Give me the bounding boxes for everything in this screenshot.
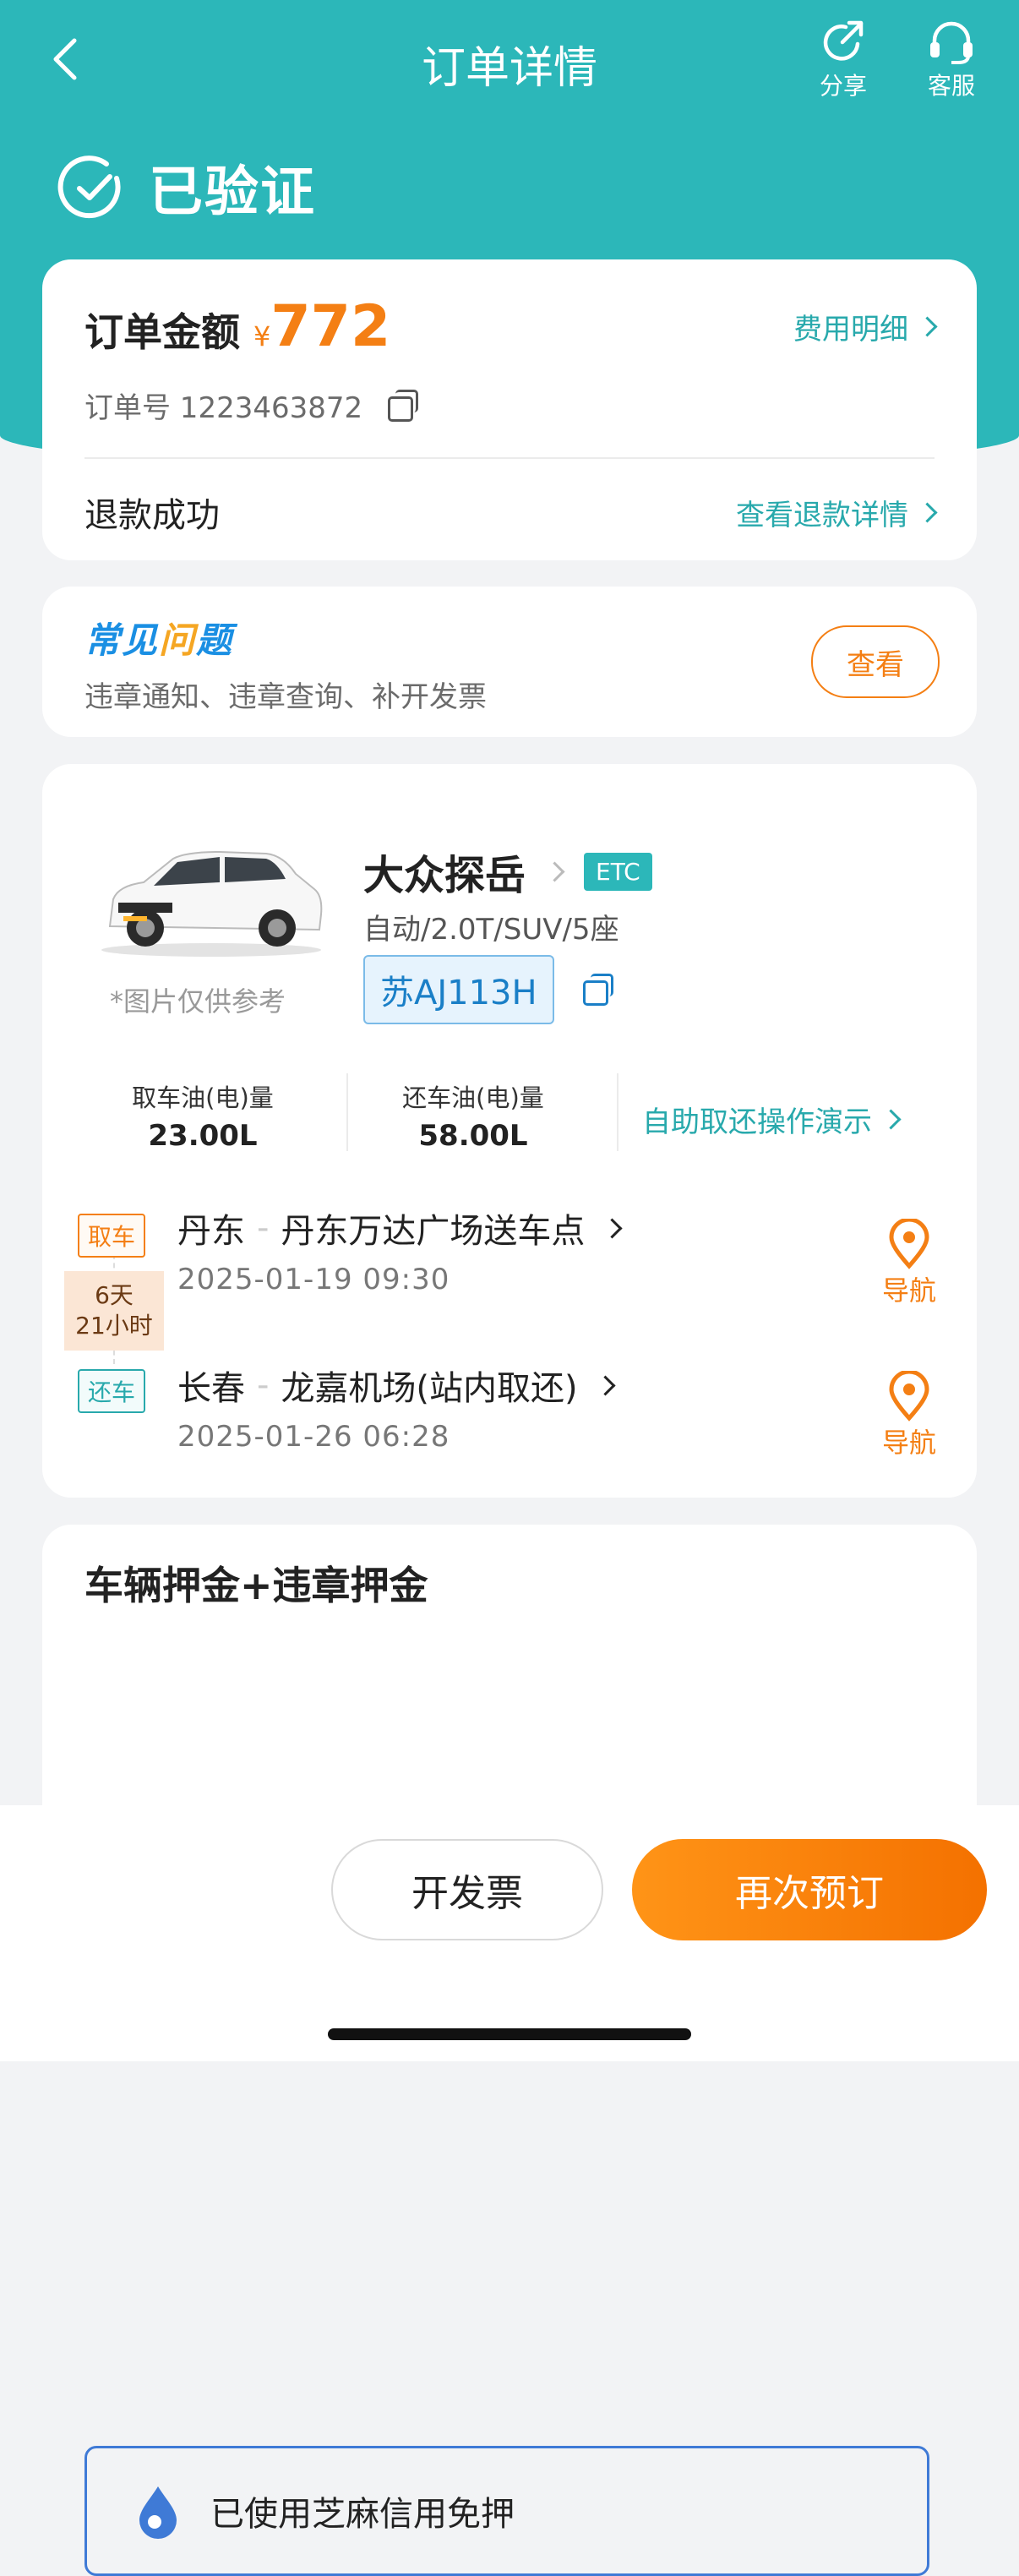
location-pin-icon — [889, 1371, 929, 1422]
share-label: 分享 — [819, 72, 867, 100]
refund-detail-link[interactable]: 查看退款详情 — [736, 492, 938, 533]
divider — [84, 457, 935, 459]
amount-label: 订单金额 — [84, 309, 240, 355]
pickup-tag: 取车 — [78, 1214, 146, 1258]
return-location: 龙嘉机场(站内取还) — [281, 1369, 578, 1408]
chevron-right-icon — [544, 860, 565, 882]
rebook-button[interactable]: 再次预订 — [632, 1839, 987, 1940]
customer-service-button[interactable]: 客服 — [919, 19, 984, 101]
etc-badge: ETC — [584, 852, 652, 891]
zhima-text: 已使用芝麻信用免押 — [210, 2495, 515, 2534]
chevron-right-icon — [595, 1374, 616, 1396]
pickup-fuel: 取车油(电)量 23.00L — [132, 1083, 274, 1153]
copy-order-number-button[interactable] — [388, 389, 419, 422]
pickup-time: 2025-01-19 09:30 — [177, 1263, 450, 1296]
pickup-location: 丹东万达广场送车点 — [281, 1212, 586, 1251]
car-name-link[interactable]: 大众探岳 ETC — [363, 842, 652, 901]
return-city: 长春 — [177, 1369, 245, 1408]
return-location-link[interactable]: 长春 - 龙嘉机场(站内取还) — [177, 1361, 616, 1410]
car-trip-card: *图片仅供参考 大众探岳 ETC 自动/2.0T/SUV/5座 苏AJ113H … — [42, 764, 977, 1498]
pickup-city: 丹东 — [177, 1212, 245, 1251]
image-disclaimer: *图片仅供参考 — [110, 985, 286, 1018]
car-spec: 自动/2.0T/SUV/5座 — [363, 913, 619, 947]
faq-description: 违章通知、违章查询、补开发票 — [84, 680, 487, 714]
refund-status: 退款成功 — [84, 496, 220, 535]
return-tag: 还车 — [78, 1369, 146, 1413]
license-plate: 苏AJ113H — [363, 955, 554, 1024]
share-button[interactable]: 分享 — [813, 19, 874, 101]
return-time: 2025-01-26 06:28 — [177, 1420, 450, 1454]
service-label: 客服 — [927, 72, 975, 100]
return-fuel: 还车油(电)量 58.00L — [402, 1083, 544, 1153]
deposit-title: 车辆押金+违章押金 — [84, 1563, 428, 1608]
copy-plate-button[interactable] — [582, 974, 613, 1006]
return-navigate-button[interactable]: 导航 — [882, 1371, 936, 1460]
zhima-drop-icon — [139, 2486, 177, 2539]
fee-detail-label: 费用明细 — [793, 313, 908, 347]
order-amount: 772 — [270, 293, 391, 360]
copy-icon — [388, 389, 419, 422]
chevron-right-icon — [917, 316, 938, 337]
order-number: 订单号 1223463872 — [84, 391, 363, 425]
chevron-right-icon — [880, 1109, 902, 1130]
divider — [617, 1073, 618, 1151]
rental-duration: 6天 21小时 — [64, 1271, 164, 1351]
divider — [346, 1073, 348, 1151]
self-service-demo-label: 自助取还操作演示 — [642, 1105, 872, 1139]
pickup-navigate-button[interactable]: 导航 — [882, 1219, 936, 1308]
headset-icon — [930, 21, 973, 64]
car-name: 大众探岳 — [363, 852, 526, 899]
fee-detail-link[interactable]: 费用明细 — [793, 306, 938, 347]
faq-logo: 常见问题 — [84, 619, 234, 661]
order-summary-card: 订单金额 ¥ 772 费用明细 订单号 1223463872 退款成功 查看退款… — [42, 259, 977, 560]
navigate-label: 导航 — [882, 1427, 937, 1459]
currency-symbol: ¥ — [253, 320, 271, 352]
status-text: 已验证 — [149, 161, 316, 224]
share-icon — [823, 20, 864, 61]
invoice-button[interactable]: 开发票 — [331, 1839, 603, 1940]
chevron-right-icon — [917, 501, 938, 523]
car-image — [93, 833, 330, 963]
zhima-credit-box: 已使用芝麻信用免押 — [84, 2446, 929, 2576]
navigate-label: 导航 — [882, 1274, 937, 1307]
faq-view-button[interactable]: 查看 — [811, 625, 940, 698]
chevron-right-icon — [602, 1217, 623, 1239]
pickup-location-link[interactable]: 丹东 - 丹东万达广场送车点 — [177, 1203, 623, 1253]
refund-detail-label: 查看退款详情 — [736, 498, 908, 532]
home-indicator — [328, 2028, 691, 2040]
faq-card: 常见问题 违章通知、违章查询、补开发票 查看 — [42, 587, 977, 737]
check-circle-icon — [57, 156, 121, 219]
bottom-action-bar: 开发票 再次预订 — [0, 1805, 1019, 2061]
location-pin-icon — [889, 1219, 929, 1269]
copy-icon — [582, 974, 613, 1006]
self-service-demo-link[interactable]: 自助取还操作演示 — [642, 1099, 902, 1140]
order-status: 已验证 — [57, 149, 316, 226]
